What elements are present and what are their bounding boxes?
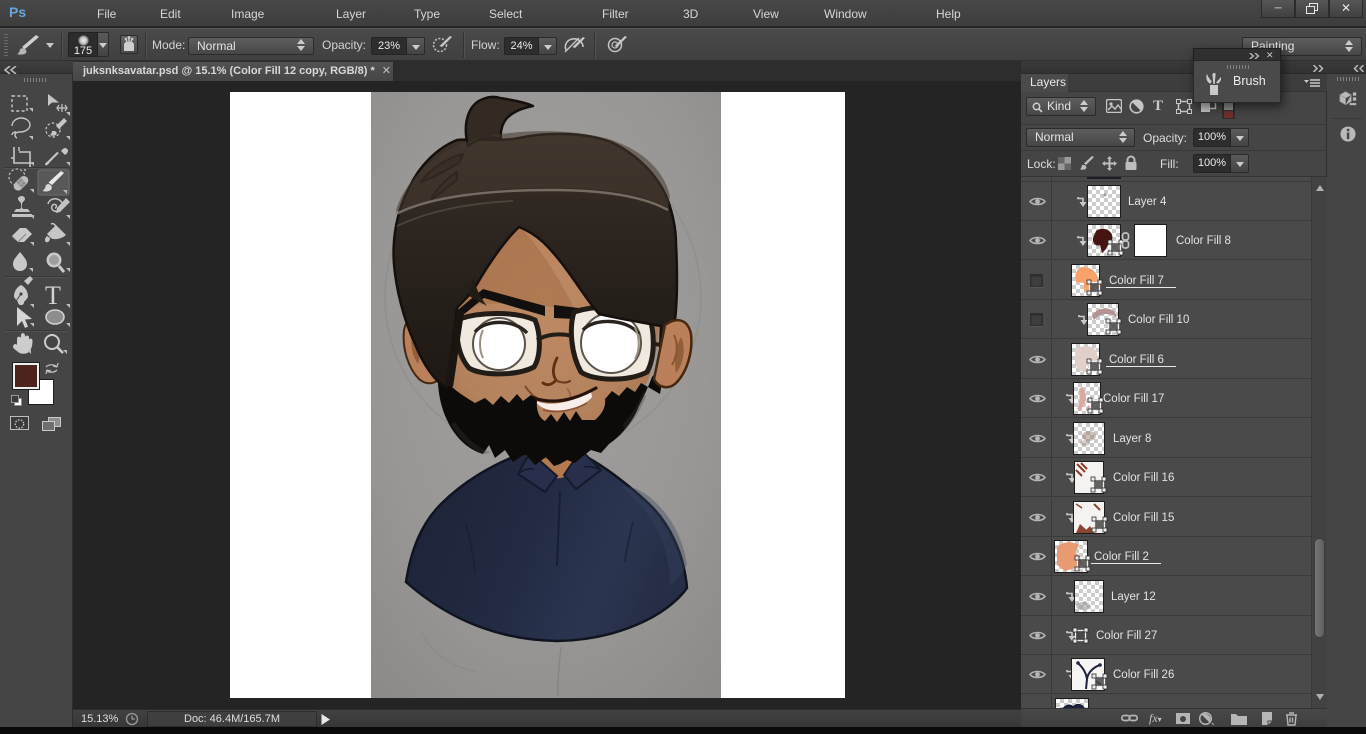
svg-text:T: T: [45, 281, 61, 310]
